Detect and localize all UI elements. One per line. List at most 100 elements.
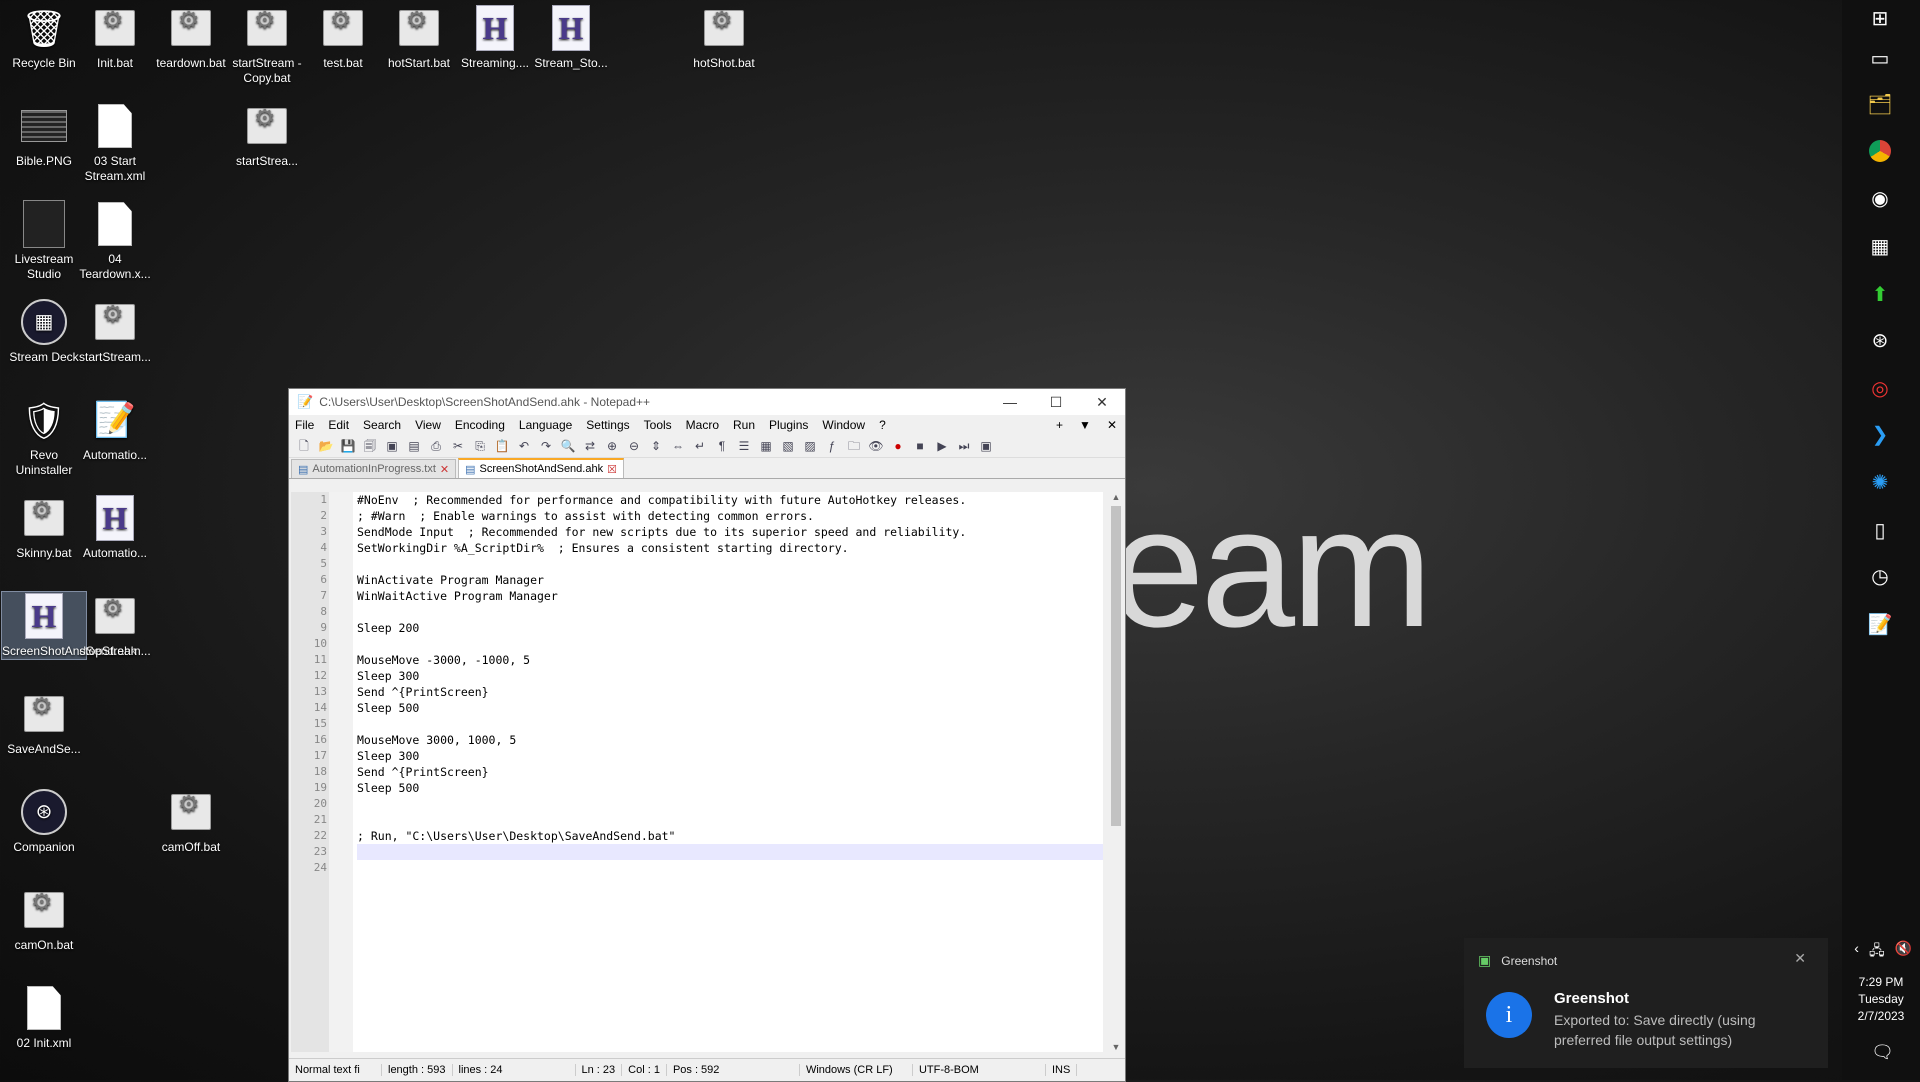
paste-icon[interactable]: 📋 [493,438,511,454]
code-line[interactable]: #NoEnv ; Recommended for performance and… [357,492,1103,508]
code-line[interactable] [357,636,1103,652]
save-macro-icon[interactable]: ▣ [977,438,995,454]
user-lang-icon[interactable]: ▦ [757,438,775,454]
upload-icon[interactable]: ⬆ [1867,282,1893,308]
close-tab-icon[interactable]: ☒ [607,463,617,476]
copy-icon[interactable]: ⎘ [471,438,489,454]
code-line[interactable]: MouseMove -3000, -1000, 5 [357,652,1103,668]
word-wrap-icon[interactable]: ↵ [691,438,709,454]
menu-item[interactable]: Run [733,418,755,432]
code-line[interactable]: Sleep 300 [357,748,1103,764]
task-view-icon[interactable]: ▭ [1867,46,1893,72]
menu-right-button[interactable]: + [1056,418,1063,432]
notification-close-icon[interactable]: ✕ [1794,950,1806,967]
menu-item[interactable]: Language [519,418,572,432]
code-line[interactable] [357,716,1103,732]
menu-item[interactable]: File [295,418,314,432]
desktop-icon[interactable]: ⊛ Companion [2,788,86,855]
menu-item[interactable]: Tools [644,418,672,432]
desktop-icon[interactable]: SaveAndSe... [2,690,86,757]
scroll-down-icon[interactable]: ▼ [1107,1042,1125,1052]
code-line[interactable] [357,796,1103,812]
menu-right-button[interactable]: ▼ [1079,418,1091,432]
windows-start-icon[interactable]: ⊞ [1867,6,1893,32]
open-file-icon[interactable]: 📂 [317,438,335,454]
greenshot-notification[interactable]: ▣ Greenshot ✕ i Greenshot Exported to: S… [1464,938,1828,1068]
chevron-left-icon[interactable]: ‹ [1854,940,1859,964]
code-line[interactable] [357,556,1103,572]
desktop-icon[interactable]: startStrea... [225,102,309,169]
desktop-icon[interactable]: camOff.bat [149,788,233,855]
menu-item[interactable]: Plugins [769,418,808,432]
maximize-button[interactable]: ☐ [1033,394,1079,411]
code-line[interactable]: Sleep 500 [357,780,1103,796]
desktop-icon[interactable]: hotStart.bat [377,4,461,71]
code-line[interactable]: MouseMove 3000, 1000, 5 [357,732,1103,748]
menu-right-button[interactable]: ✕ [1107,418,1117,432]
desktop-icon[interactable]: H Streaming.... [453,4,537,71]
cut-icon[interactable]: ✂ [449,438,467,454]
minimize-button[interactable]: — [987,394,1033,410]
desktop-icon[interactable]: startStream... [73,298,157,365]
close-button[interactable]: ✕ [1079,394,1125,411]
code-line[interactable]: Send ^{PrintScreen} [357,764,1103,780]
indent-guide-icon[interactable]: ☰ [735,438,753,454]
stop-macro-icon[interactable]: ■ [911,438,929,454]
menu-item[interactable]: Search [363,418,401,432]
sync-horizontal-icon[interactable]: ⇔ [669,438,687,454]
close-all-icon[interactable]: ▤ [405,438,423,454]
desktop-icon[interactable]: H Stream_Sto... [529,4,613,71]
doc-map-icon[interactable]: ▧ [779,438,797,454]
code-line[interactable]: Sleep 300 [357,668,1103,684]
code-line[interactable]: ; #Warn ; Enable warnings to assist with… [357,508,1103,524]
code-line[interactable]: ; Run, "C:\Users\User\Desktop\SaveAndSen… [357,828,1103,844]
code-line[interactable]: SendMode Input ; Recommended for new scr… [357,524,1103,540]
taskbar-clock[interactable]: 7:29 PM Tuesday 2/7/2023 [1842,974,1920,1025]
menu-item[interactable]: Window [822,418,865,432]
desktop-icon[interactable]: teardown.bat [149,4,233,71]
file-tab[interactable]: ▤ AutomationInProgress.txt ✕ [291,459,457,478]
file-tab[interactable]: ▤ ScreenShotAndSend.ahk ☒ [458,458,624,478]
editor[interactable]: 1 2 3 4 5 6 7 8 9 10 11 12 13 14 15 16 17 18 19 20 21 22 23 24 … [291,492,1103,1052]
stream-deck-taskbar-icon[interactable]: ▦ [1867,234,1893,260]
find-icon[interactable]: 🔍 [559,438,577,454]
clock-app-icon[interactable]: ◷ [1867,564,1893,590]
vertical-scrollbar[interactable]: ▲ ▼ [1107,492,1125,1052]
code-area[interactable]: #NoEnv ; Recommended for performance and… [353,492,1103,1052]
new-file-icon[interactable]: 🗋 [295,438,313,454]
desktop-icon[interactable]: stopStream... [73,592,157,659]
print-icon[interactable]: ⎙ [427,438,445,454]
show-all-chars-icon[interactable]: ¶ [713,438,731,454]
save-all-icon[interactable]: 🗐 [361,438,379,454]
companion-taskbar-icon[interactable]: ⊛ [1867,328,1893,354]
undo-icon[interactable]: ↶ [515,438,533,454]
desktop-icon[interactable]: camOn.bat [2,886,86,953]
redo-icon[interactable]: ↷ [537,438,555,454]
zoom-out-icon[interactable]: ⊖ [625,438,643,454]
code-line[interactable]: Send ^{PrintScreen} [357,684,1103,700]
menu-item[interactable]: Encoding [455,418,505,432]
desktop-icon[interactable]: startStream - Copy.bat [225,4,309,86]
vscode-icon[interactable]: ❯ [1867,422,1893,448]
menu-item[interactable]: Settings [586,418,629,432]
code-line[interactable] [357,860,1103,876]
status-encoding[interactable]: UTF-8-BOM [913,1064,1046,1076]
run-macro-multiple-icon[interactable]: ⏭ [955,438,973,454]
fold-margin[interactable] [329,492,353,1052]
title-bar[interactable]: 📝 C:\Users\User\Desktop\ScreenShotAndSen… [289,389,1125,415]
code-line[interactable] [357,604,1103,620]
app-icon[interactable]: ✺ [1867,470,1893,496]
desktop-icon[interactable]: 04 Teardown.x... [73,200,157,282]
replace-icon[interactable]: ⇄ [581,438,599,454]
obs-icon[interactable]: ◉ [1867,186,1893,212]
chrome-icon[interactable] [1867,140,1893,166]
menu-item[interactable]: Macro [686,418,719,432]
code-line[interactable] [357,812,1103,828]
save-icon[interactable]: 💾 [339,438,357,454]
play-macro-icon[interactable]: ▶ [933,438,951,454]
menu-item[interactable]: View [415,418,441,432]
desktop-icon[interactable]: hotShot.bat [682,4,766,71]
code-line[interactable]: WinActivate Program Manager [357,572,1103,588]
notepad-icon[interactable]: ▯ [1867,518,1893,544]
menu-item[interactable]: Edit [328,418,349,432]
